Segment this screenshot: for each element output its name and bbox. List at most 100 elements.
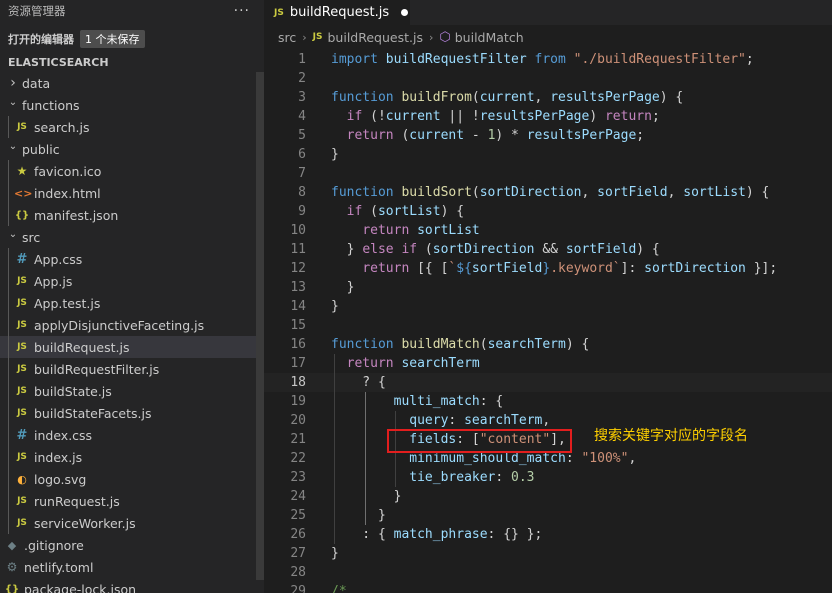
chevron-down-icon: ⌄ <box>8 96 18 108</box>
line-number: 9 <box>298 204 306 219</box>
sidebar-scrollbar[interactable] <box>256 72 264 580</box>
folder-item[interactable]: ⌄ public <box>0 138 264 160</box>
file-item[interactable]: JS serviceWorker.js <box>0 512 264 534</box>
code-line[interactable]: 16 function buildMatch(searchTerm) { <box>264 335 832 354</box>
file-item[interactable]: JS index.js <box>0 446 264 468</box>
code-line[interactable]: 6} <box>264 145 832 164</box>
file-item[interactable]: # App.css <box>0 248 264 270</box>
config-gear-icon: ⚙ <box>6 560 18 574</box>
folder-item[interactable]: › data <box>0 72 264 94</box>
file-item[interactable]: # index.css <box>0 424 264 446</box>
folder-item[interactable]: ⌄ functions <box>0 94 264 116</box>
open-editors-section[interactable]: 打开的编辑器 1 个未保存 <box>0 28 264 50</box>
breadcrumb-symbol[interactable]: buildMatch <box>455 30 524 45</box>
code-line[interactable]: 3 function buildFrom(current, resultsPerP… <box>264 88 832 107</box>
code-line[interactable]: 14} <box>264 297 832 316</box>
line-number: 17 <box>290 356 306 371</box>
code-editor[interactable]: 1 import buildRequestFilter from "./build… <box>264 50 832 593</box>
code-text: ? { <box>331 373 386 392</box>
code-token: ; <box>651 109 660 124</box>
code-line[interactable]: 25 } <box>264 506 832 525</box>
file-item[interactable]: ◐ logo.svg <box>0 468 264 490</box>
file-item[interactable]: JS buildRequestFilter.js <box>0 358 264 380</box>
code-line[interactable]: 24 } <box>264 487 832 506</box>
tree-item-label: buildStateFacets.js <box>34 405 152 421</box>
file-item[interactable]: ⚙ netlify.toml <box>0 556 264 578</box>
code-token: } <box>331 280 355 295</box>
file-item[interactable]: ★ favicon.ico <box>0 160 264 182</box>
code-text: return [{ [`${sortField}.keyword`]: sort… <box>331 259 777 278</box>
code-token: tie_breaker <box>409 470 496 485</box>
js-file-icon: JS <box>17 408 27 418</box>
file-item[interactable]: ◆ .gitignore <box>0 534 264 556</box>
file-item[interactable]: <> index.html <box>0 182 264 204</box>
code-line[interactable]: 12 return [{ [`${sortField}.keyword`]: s… <box>264 259 832 278</box>
code-line[interactable]: 29 /* <box>264 582 832 593</box>
code-token: return <box>346 128 394 143</box>
code-line[interactable]: 7 <box>264 164 832 183</box>
tab-buildrequest[interactable]: JS buildRequest.js <box>264 0 410 25</box>
code-token: current <box>409 128 465 143</box>
code-line[interactable]: 27} <box>264 544 832 563</box>
tree-item-label: buildRequestFilter.js <box>34 361 160 377</box>
tree-item-label: buildState.js <box>34 383 112 399</box>
line-number: 23 <box>290 470 306 485</box>
code-line[interactable]: 22 minimum_should_match: "100%", <box>264 449 832 468</box>
file-item[interactable]: {} manifest.json <box>0 204 264 226</box>
file-item[interactable]: JS buildRequest.js <box>0 336 264 358</box>
code-line[interactable]: 28 <box>264 563 832 582</box>
file-item[interactable]: JS buildState.js <box>0 380 264 402</box>
chevron-right-icon: › <box>302 30 307 44</box>
tree-item-label: runRequest.js <box>34 493 120 509</box>
file-item[interactable]: JS buildStateFacets.js <box>0 402 264 424</box>
code-line[interactable]: 13 } <box>264 278 832 297</box>
code-line[interactable]: 23 tie_breaker: 0.3 <box>264 468 832 487</box>
code-line[interactable]: 18 ? { <box>264 373 832 392</box>
file-item[interactable]: JS App.js <box>0 270 264 292</box>
code-line[interactable]: 4 if (!current || !resultsPerPage) retur… <box>264 107 832 126</box>
unsaved-dot-icon[interactable] <box>401 9 409 16</box>
file-item[interactable]: JS App.test.js <box>0 292 264 314</box>
indent-guide <box>8 204 9 226</box>
code-line[interactable]: 10 return sortList <box>264 221 832 240</box>
line-number: 1 <box>298 52 306 67</box>
code-line[interactable]: 15 <box>264 316 832 335</box>
code-line[interactable]: 1 import buildRequestFilter from "./build… <box>264 50 832 69</box>
code-token: , <box>534 90 551 105</box>
code-line[interactable]: 19 multi_match: { <box>264 392 832 411</box>
tree-item-label: applyDisjunctiveFaceting.js <box>34 317 205 333</box>
breadcrumb-file[interactable]: buildRequest.js <box>328 30 423 45</box>
file-item[interactable]: JS runRequest.js <box>0 490 264 512</box>
project-folder-header[interactable]: ELASTICSEARCH <box>0 52 264 72</box>
code-text: } <box>331 145 339 164</box>
code-token: sortDirection <box>432 242 535 257</box>
line-number: 27 <box>290 546 306 561</box>
line-number: 13 <box>290 280 306 295</box>
code-line[interactable]: 9 if (sortList) { <box>264 202 832 221</box>
breadcrumb-folder[interactable]: src <box>278 30 296 45</box>
file-item[interactable]: JS search.js <box>0 116 264 138</box>
code-line[interactable]: 17 return searchTerm <box>264 354 832 373</box>
file-item[interactable]: {} package-lock.json <box>0 578 264 593</box>
file-item[interactable]: JS applyDisjunctiveFaceting.js <box>0 314 264 336</box>
code-line[interactable]: 5 return (current - 1) * resultsPerPage; <box>264 126 832 145</box>
code-line[interactable]: 11 } else if (sortDirection && sortField… <box>264 240 832 259</box>
code-token: return <box>362 223 410 238</box>
code-text: import buildRequestFilter from "./buildR… <box>331 50 754 69</box>
code-line[interactable]: 2 <box>264 69 832 88</box>
indent-guide <box>365 449 366 468</box>
more-actions-icon[interactable]: ··· <box>234 3 250 19</box>
indent-guide <box>395 468 396 487</box>
indent-guide <box>334 487 335 506</box>
code-line[interactable]: 26 : { match_phrase: {} }; <box>264 525 832 544</box>
folder-item[interactable]: ⌄ src <box>0 226 264 248</box>
line-number: 14 <box>290 299 306 314</box>
code-line[interactable]: 8 function buildSort(sortDirection, sortF… <box>264 183 832 202</box>
indent-guide <box>334 449 335 468</box>
code-text: fields: ["content"], <box>331 430 566 449</box>
